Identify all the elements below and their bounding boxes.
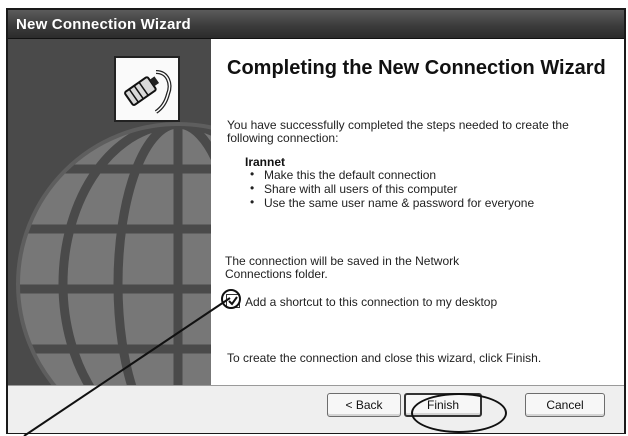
- annotation-pointer-line: [23, 297, 231, 436]
